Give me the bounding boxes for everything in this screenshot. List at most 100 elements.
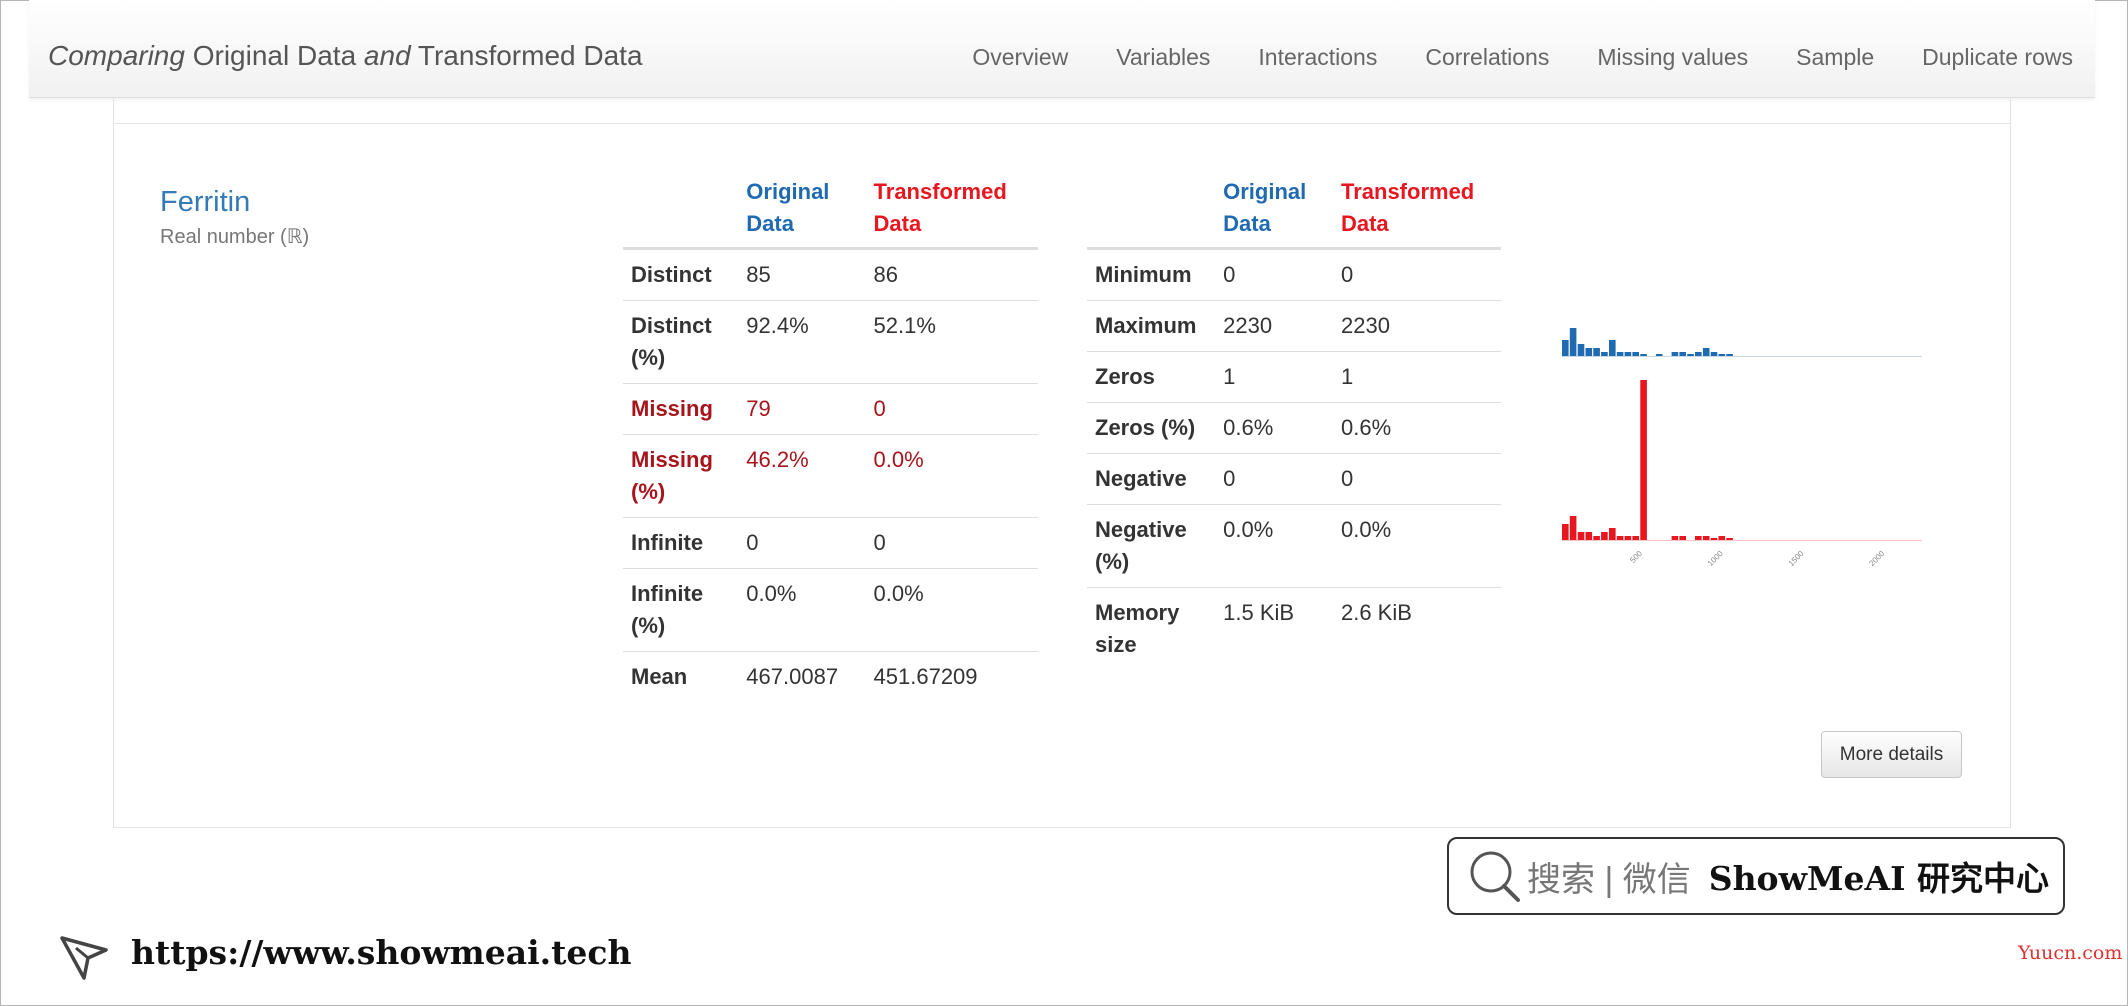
row-value-original: 0.0% — [1223, 517, 1274, 542]
table-row: Maximum 2230 2230 — [1087, 301, 1501, 352]
histogram-bar — [1726, 354, 1733, 356]
histogram-bar — [1562, 524, 1569, 540]
footer-url: https://www.showmeai.tech — [131, 933, 632, 972]
histogram-bar — [1569, 328, 1577, 356]
histogram-bar — [1616, 352, 1624, 356]
histogram-bar — [1695, 536, 1702, 540]
histogram-bar — [1577, 532, 1585, 540]
table-row: Missing (%) 46.2% 0.0% — [623, 435, 1038, 518]
panel-divider — [113, 123, 2010, 124]
table-row: Minimum 0 0 — [1087, 249, 1501, 301]
histogram-bar — [1640, 380, 1647, 540]
row-value-original: 1.5 KiB — [1223, 600, 1295, 625]
table-row: Zeros 1 1 — [1087, 352, 1501, 403]
row-label: Distinct (%) — [631, 313, 712, 370]
row-value-transformed: 0 — [873, 396, 886, 421]
row-value-transformed: 1 — [1340, 364, 1354, 389]
histogram-bar — [1624, 352, 1632, 356]
row-value-original: 85 — [746, 262, 771, 287]
table-row: Mean 467.0087 451.67209 — [623, 652, 1038, 703]
histogram-bar — [1687, 354, 1694, 356]
row-label: Memory size — [1095, 600, 1180, 657]
row-value-original: 46.2% — [746, 447, 809, 472]
watermark-brand: ShowMeAI 研究中心 — [1708, 859, 2050, 898]
nav-item-sample[interactable]: Sample — [1796, 44, 1874, 71]
table-row: Infinite (%) 0.0% 0.0% — [623, 569, 1038, 652]
footer-credit: Yuucn.com — [2018, 942, 2123, 964]
row-label: Negative — [1095, 466, 1187, 491]
nav-item-interactions[interactable]: Interactions — [1258, 44, 1377, 71]
table-row: Memory size 1.5 KiB 2.6 KiB — [1087, 588, 1501, 671]
report-title[interactable]: Comparing Original Data and Transformed … — [48, 40, 643, 72]
variable-name-link[interactable]: Ferritin — [160, 186, 250, 219]
row-label: Missing (%) — [631, 447, 713, 504]
histogram-bar — [1562, 340, 1569, 356]
histogram-bar — [1718, 354, 1726, 356]
row-label: Maximum — [1095, 313, 1197, 338]
table-header-row: Original Data Transformed Data — [623, 176, 1038, 249]
row-label: Distinct — [631, 262, 712, 287]
histogram-tick-label: 500 — [1628, 549, 1644, 565]
row-value-original: 0 — [746, 530, 759, 555]
row-label: Negative (%) — [1095, 517, 1187, 574]
histogram-bar — [1695, 352, 1702, 356]
histogram-chart: 0 500 1000 1500 2000 — [1562, 328, 1922, 568]
stats-table-primary: Original Data Transformed Data Distinct 8… — [623, 176, 1038, 702]
row-value-transformed: 0 — [1340, 262, 1354, 287]
navbar: Comparing Original Data and Transformed … — [29, 0, 2095, 98]
histogram-bar — [1601, 352, 1608, 356]
row-label: Infinite — [631, 530, 704, 555]
table-row: Negative (%) 0.0% 0.0% — [1087, 505, 1501, 588]
row-label: Zeros — [1095, 364, 1155, 389]
header-original-data: Original Data — [746, 179, 830, 236]
nav-item-overview[interactable]: Overview — [972, 44, 1068, 71]
row-label: Mean — [631, 664, 688, 689]
row-value-original: 0.6% — [1223, 415, 1274, 440]
cursor-pointer-icon — [60, 936, 108, 980]
histogram-tick-label: 1500 — [1787, 549, 1806, 568]
histogram-bar — [1632, 352, 1639, 356]
histogram-bar — [1640, 354, 1647, 356]
table-header-row: Original Data Transformed Data — [1087, 176, 1501, 249]
histogram-bar — [1710, 352, 1718, 356]
histogram-bar — [1577, 344, 1585, 356]
watermark-search-text: 搜索 | 微信 — [1527, 860, 1691, 899]
histogram-tick-label: 0 — [1562, 549, 1564, 559]
row-value-transformed: 451.67209 — [873, 664, 978, 689]
row-label: Minimum — [1095, 262, 1192, 287]
histogram-bar — [1632, 536, 1639, 540]
nav-item-missing-values[interactable]: Missing values — [1597, 44, 1748, 71]
nav-item-variables[interactable]: Variables — [1116, 44, 1210, 71]
histogram-bar — [1726, 538, 1733, 540]
row-value-original: 0 — [1223, 466, 1236, 491]
variable-type: Real number (ℝ) — [160, 226, 310, 248]
row-value-transformed: 0 — [873, 530, 886, 555]
histogram-bar — [1609, 340, 1616, 356]
row-value-transformed: 2.6 KiB — [1340, 600, 1412, 625]
histogram-bar — [1671, 536, 1679, 540]
row-value-original: 2230 — [1223, 313, 1273, 338]
header-blank — [623, 176, 738, 249]
histogram-bar — [1585, 532, 1593, 540]
histogram-bar — [1624, 536, 1632, 540]
histogram-bar — [1710, 538, 1718, 540]
row-value-original: 92.4% — [746, 313, 809, 338]
histogram-bar — [1616, 536, 1624, 540]
histogram-bar — [1601, 532, 1608, 540]
table-row: Zeros (%) 0.6% 0.6% — [1087, 403, 1501, 454]
table-row: Distinct (%) 92.4% 52.1% — [623, 301, 1038, 384]
header-blank — [1087, 176, 1215, 249]
nav-item-duplicate-rows[interactable]: Duplicate rows — [1922, 44, 2073, 71]
header-transformed-data: Transformed Data — [1340, 179, 1475, 236]
row-label: Missing — [631, 396, 713, 421]
nav-item-correlations[interactable]: Correlations — [1425, 44, 1549, 71]
histogram-bar — [1702, 348, 1710, 356]
row-value-transformed: 2230 — [1340, 313, 1390, 338]
table-row: Distinct 85 86 — [623, 249, 1038, 301]
row-value-transformed: 52.1% — [873, 313, 936, 338]
row-label: Infinite (%) — [631, 581, 704, 638]
histogram-bar — [1585, 348, 1593, 356]
row-value-original: 0.0% — [746, 581, 797, 606]
row-value-transformed: 0.0% — [1340, 517, 1392, 542]
more-details-button[interactable]: More details — [1821, 731, 1962, 778]
